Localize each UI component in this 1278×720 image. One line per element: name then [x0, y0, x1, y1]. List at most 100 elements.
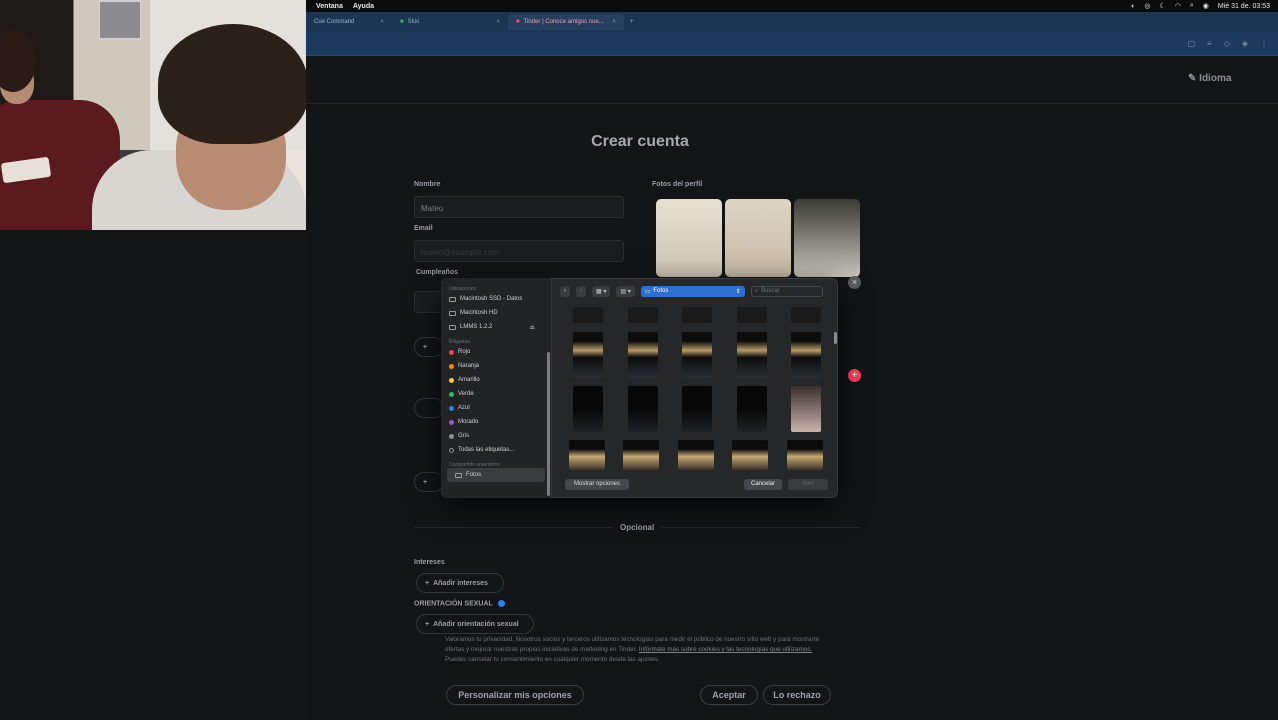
search-field[interactable]: ⌕ Buscar [750, 285, 823, 297]
shield-icon[interactable]: ◈ [1242, 39, 1248, 48]
more-icon[interactable]: ⋮ [1260, 39, 1268, 48]
thumbnail[interactable] [682, 386, 712, 432]
extensions-icon[interactable]: ◇ [1224, 39, 1230, 48]
forward-button[interactable]: › [576, 285, 586, 297]
screen-share-icon[interactable]: ▢ [1187, 39, 1195, 48]
sidebar-item-lmms[interactable]: LMMS 1.2.2 ⏏ [441, 320, 551, 334]
disk-icon [449, 310, 456, 316]
close-icon[interactable]: × [496, 19, 500, 25]
add-orientation-button[interactable]: + Añadir orientación sexual [416, 614, 534, 634]
wifi-icon[interactable]: ◠ [1175, 2, 1181, 10]
thumbnail[interactable] [737, 386, 767, 432]
sidebar-item-label: Macintosh HD [460, 310, 498, 316]
thumbnail[interactable] [791, 307, 821, 323]
folder-icon: ▭ [644, 288, 651, 295]
siri-icon[interactable]: ◉ [1203, 2, 1209, 10]
thumbnail[interactable] [628, 307, 658, 323]
red-dot-icon [449, 349, 454, 355]
sidebar-item-label: LMMS 1.2.2 [460, 324, 493, 330]
back-button[interactable]: ‹ [560, 285, 570, 297]
view-mode-button[interactable]: ▦ ▾ [592, 285, 611, 297]
sidebar-tag-morado[interactable]: Morado [441, 415, 551, 429]
thumbnail[interactable] [573, 307, 603, 323]
disk-icon [449, 296, 456, 302]
language-button[interactable]: ✎ Idioma [1188, 73, 1231, 84]
thumbnail-grid [559, 302, 833, 472]
profile-photo-1[interactable] [656, 199, 722, 277]
sidebar-tag-rojo[interactable]: Rojo [441, 345, 551, 359]
thumbnail[interactable] [737, 332, 767, 378]
sidebar-tag-verde[interactable]: Verde [441, 387, 551, 401]
menu-ventana[interactable]: Ventana [316, 3, 343, 10]
sidebar-item-ssd[interactable]: Macintosh SSD - Datos [441, 292, 551, 306]
close-icon[interactable]: × [380, 19, 384, 25]
spotlight-icon[interactable]: ⌕ [1190, 2, 1194, 10]
info-icon[interactable] [497, 600, 505, 607]
close-icon[interactable]: × [612, 19, 616, 25]
name-field[interactable]: Mateo [414, 196, 624, 218]
tinder-favicon-icon: ■ [516, 19, 520, 25]
thumbnail[interactable] [737, 307, 767, 323]
remove-photo-icon[interactable]: × [848, 276, 861, 289]
name-label: Nombre [414, 181, 441, 188]
thumbnail[interactable] [628, 386, 658, 432]
new-tab-icon[interactable]: + [630, 19, 634, 25]
add-photo-icon[interactable]: + [848, 369, 861, 382]
cancel-button[interactable]: Cancelar [744, 479, 782, 490]
thumbnail[interactable] [732, 440, 768, 470]
profile-photo-3[interactable] [794, 199, 860, 277]
grid-scrollbar[interactable] [834, 332, 837, 344]
open-button[interactable]: Abrir [788, 479, 828, 490]
cookie-link[interactable]: Infórmate más sobre cookies y las tecnol… [639, 646, 812, 653]
tab-cue-command[interactable]: Cue Command × [306, 14, 392, 30]
webcam-overlay [0, 0, 306, 230]
show-options-button[interactable]: Mostrar opciones [565, 479, 629, 490]
gender-option[interactable]: + [414, 337, 444, 357]
sidebar-tag-naranja[interactable]: Naranja [441, 359, 551, 373]
thumbnail[interactable] [791, 386, 821, 432]
thumbnail[interactable] [678, 440, 714, 470]
profile-photo-2[interactable] [725, 199, 791, 277]
customize-options-button[interactable]: Personalizar mis opciones [446, 685, 584, 705]
sidebar-item-hd[interactable]: Macintosh HD [441, 306, 551, 320]
eject-icon[interactable]: ⏏ [529, 324, 535, 331]
clock-text[interactable]: Mié 31 de. 03:53 [1218, 3, 1270, 10]
menu-ayuda[interactable]: Ayuda [353, 3, 374, 10]
moon-icon[interactable]: ☾ [1159, 2, 1165, 10]
tab-skio[interactable]: ■ Skio × [392, 14, 508, 30]
sidebar-tag-azul[interactable]: Azul [441, 401, 551, 415]
disk-icon [449, 324, 456, 330]
sidebar-tag-amarillo[interactable]: Amarillo [441, 373, 551, 387]
thumbnail[interactable] [569, 440, 605, 470]
purple-dot-icon [449, 419, 454, 425]
folder-path-select[interactable]: ▭ Fotos ⇕ [640, 285, 745, 297]
thumbnail[interactable] [623, 440, 659, 470]
orientation-label: ORIENTACIÓN SEXUAL [414, 600, 505, 607]
tag-label: Amarillo [458, 377, 480, 383]
sidebar-all-tags[interactable]: Todas las etiquetas... [441, 443, 551, 457]
add-interests-button[interactable]: + Añadir intereses [416, 573, 504, 593]
interested-in-option[interactable] [414, 398, 444, 418]
thumbnail[interactable] [682, 332, 712, 378]
sidebar-tag-gris[interactable]: Gris [441, 429, 551, 443]
tab-tinder[interactable]: ■ Tinder | Conoce amigos nue... × [508, 14, 624, 30]
thumbnail[interactable] [573, 332, 603, 378]
menu-icon[interactable]: ≡ [1207, 39, 1212, 48]
control-center-icon[interactable]: ◐ [1131, 3, 1135, 10]
add-interests-label: Añadir intereses [433, 579, 488, 587]
thumbnail[interactable] [787, 440, 823, 470]
group-button[interactable]: ▤ ▾ [616, 285, 635, 297]
sidebar-item-fotos[interactable]: Fotos [447, 468, 545, 482]
focus-icon[interactable]: ◎ [1144, 2, 1150, 10]
reject-cookies-button[interactable]: Lo rechazo [763, 685, 831, 705]
accept-cookies-button[interactable]: Aceptar [700, 685, 758, 705]
thumbnail[interactable] [628, 332, 658, 378]
thumbnail[interactable] [791, 332, 821, 378]
sidebar-scrollbar[interactable] [547, 352, 550, 496]
tag-label: Verde [458, 391, 474, 397]
thumbnail[interactable] [682, 307, 712, 323]
email-field[interactable]: mateo@example.com [414, 240, 624, 262]
thumbnail[interactable] [573, 386, 603, 432]
birthday-label: Cumpleaños [416, 269, 459, 276]
range-option[interactable]: + [414, 472, 444, 492]
